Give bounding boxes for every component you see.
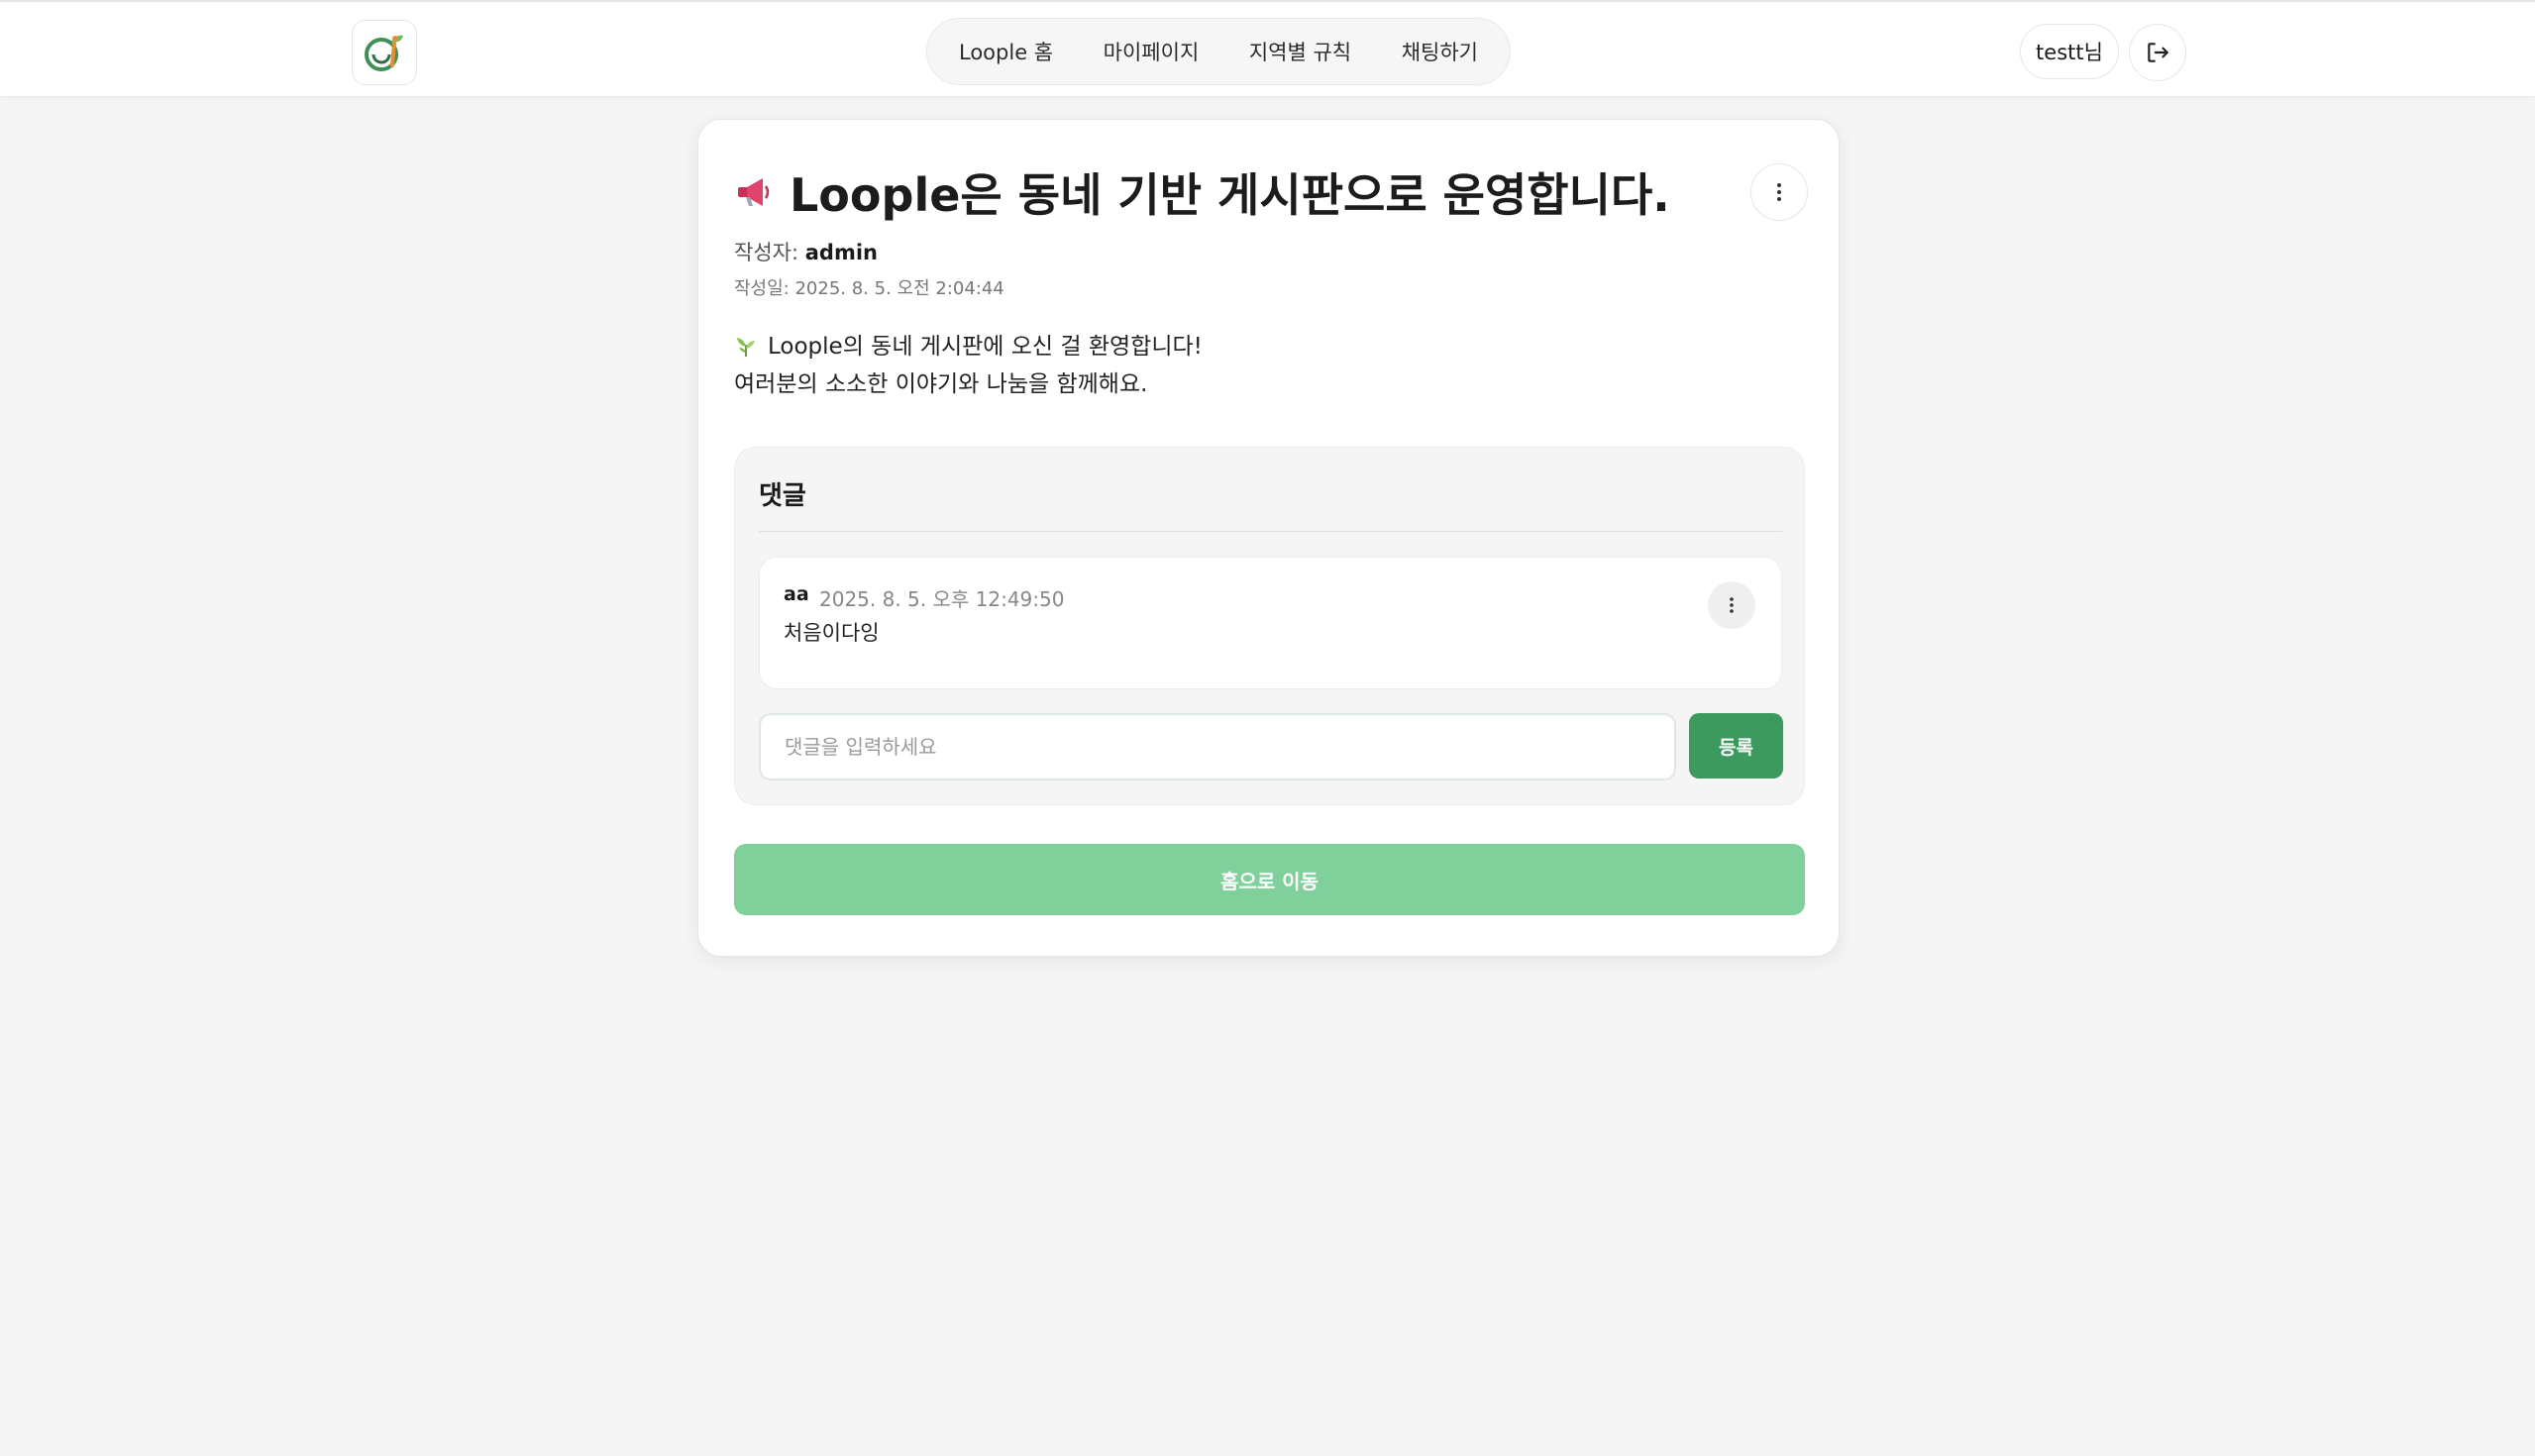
logo[interactable] [352,20,417,85]
author-name: admin [804,241,878,264]
post-title: Loople은 동네 기반 게시판으로 운영합니다. [734,157,1725,227]
user-name-badge[interactable]: testt님 [2020,24,2119,79]
comment-text: 처음이다잉 [784,621,880,645]
comment-item: aa 2025. 8. 5. 오후 12:49:50 처음이다잉 [759,557,1782,689]
post-content: Loople의 동네 게시판에 오신 걸 환영합니다! 여러분의 소소한 이야기… [734,328,1203,403]
post-more-button[interactable] [1750,163,1808,221]
more-vertical-icon [1730,597,1734,613]
comment-input[interactable] [759,713,1676,780]
top-header: Loople 홈 마이페이지 지역별 규칙 채팅하기 testt님 [0,0,2535,97]
main-nav: Loople 홈 마이페이지 지역별 규칙 채팅하기 [926,18,1511,85]
more-vertical-icon [1777,183,1781,201]
author-prefix: 작성자: [734,241,799,264]
comment-more-button[interactable] [1708,581,1755,629]
sprout-icon [734,335,758,359]
post-card: Loople은 동네 기반 게시판으로 운영합니다. 작성자: admin 작성… [697,119,1840,957]
comments-title: 댓글 [759,481,806,511]
post-created-date: 작성일: 2025. 8. 5. 오전 2:04:44 [734,278,1004,299]
logout-icon [2148,43,2168,62]
nav-home[interactable]: Loople 홈 [959,37,1053,66]
comment-author: aa [784,583,809,605]
comments-section: 댓글 aa 2025. 8. 5. 오후 12:49:50 처음이다잉 등록 [734,447,1805,805]
go-home-button[interactable]: 홈으로 이동 [734,844,1805,915]
post-author: 작성자: admin [734,237,878,266]
loople-logo-icon [365,35,403,71]
logout-button[interactable] [2129,24,2186,81]
comment-timestamp: 2025. 8. 5. 오후 12:49:50 [819,587,1065,611]
nav-regional-rules[interactable]: 지역별 규칙 [1249,37,1351,66]
post-content-line-1: Loople의 동네 게시판에 오신 걸 환영합니다! [768,334,1203,360]
megaphone-icon [734,172,774,212]
post-title-text: Loople은 동네 기반 게시판으로 운영합니다. [790,168,1670,222]
nav-chat[interactable]: 채팅하기 [1402,37,1478,66]
divider [759,531,1782,532]
comment-submit-button[interactable]: 등록 [1689,713,1783,779]
nav-mypage[interactable]: 마이페이지 [1104,37,1200,66]
post-content-line-2: 여러분의 소소한 이야기와 나눔을 함께해요. [734,371,1148,397]
